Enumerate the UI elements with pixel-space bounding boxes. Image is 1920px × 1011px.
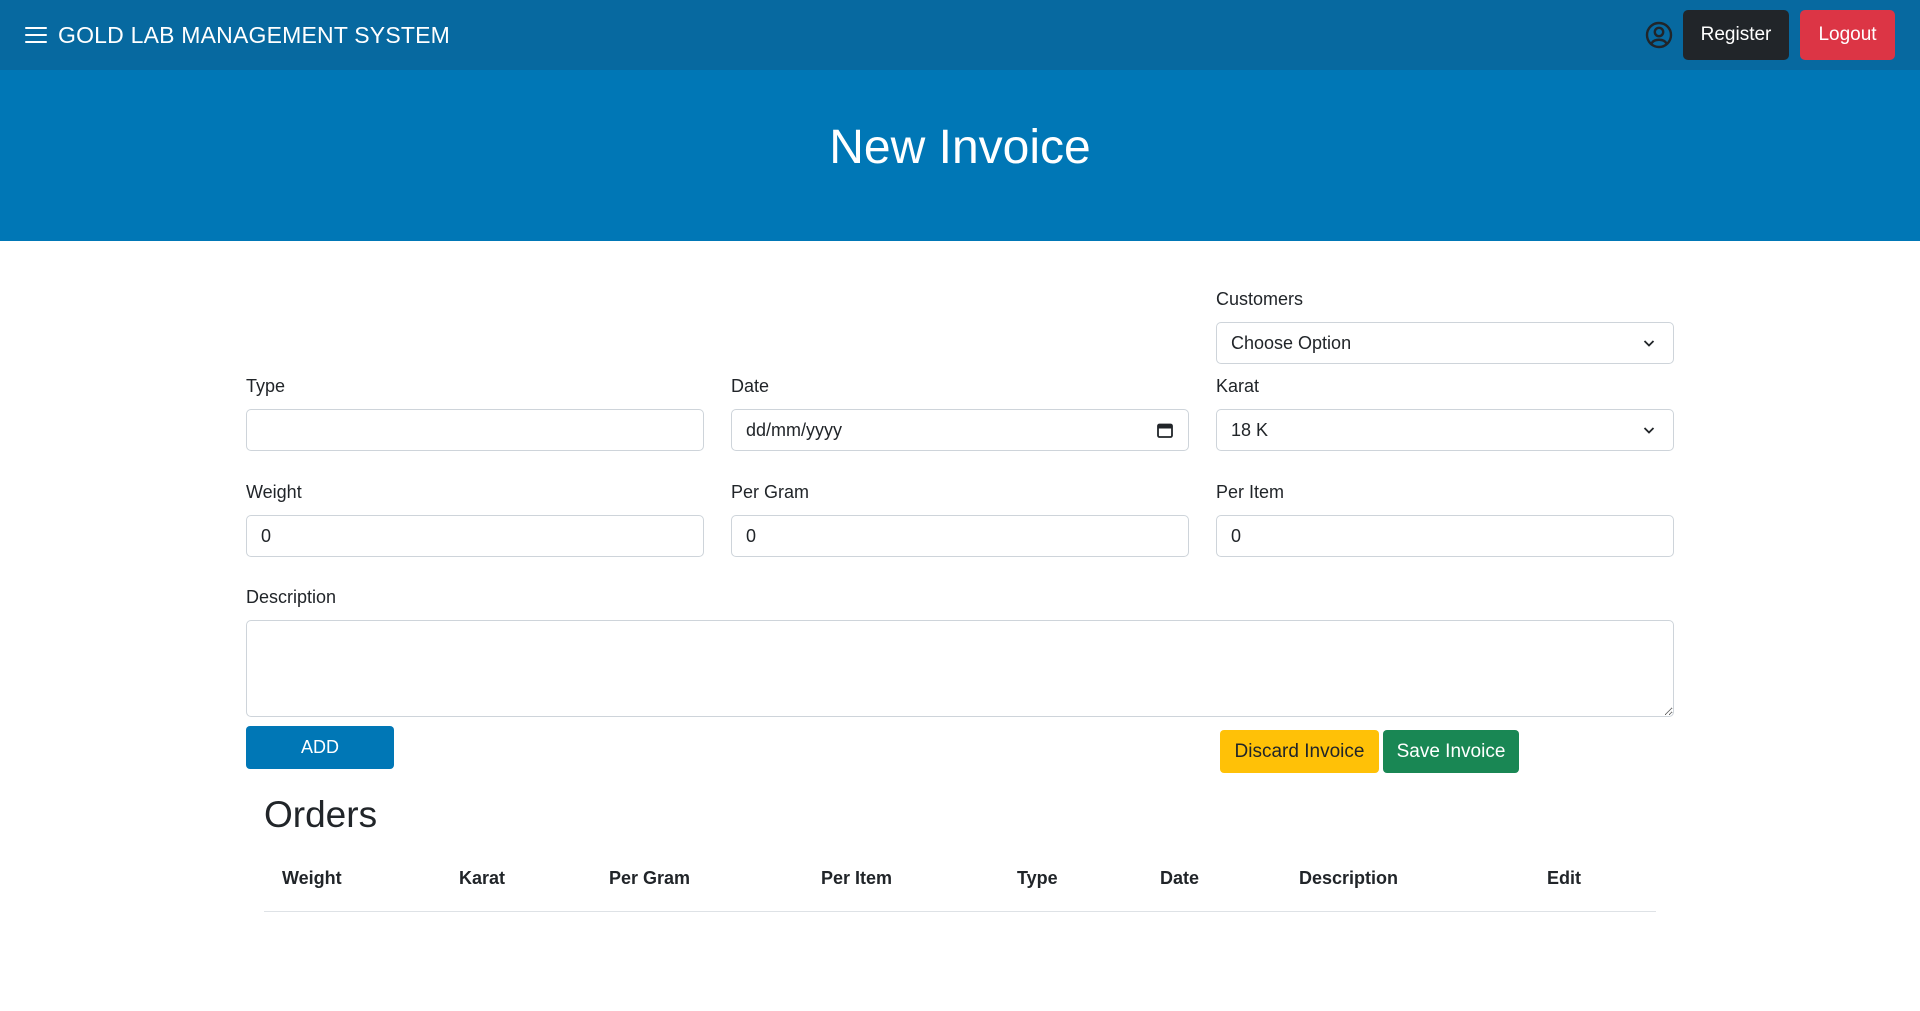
column-header-description: Description	[1299, 868, 1399, 888]
column-header-karat: Karat	[459, 868, 506, 888]
karat-select[interactable]: 18 K	[1216, 409, 1674, 451]
logout-button[interactable]: Logout	[1800, 10, 1895, 60]
customers-select[interactable]: Choose Option	[1216, 322, 1674, 364]
menu-icon[interactable]	[25, 27, 47, 43]
app-brand: GOLD LAB MANAGEMENT SYSTEM	[58, 22, 451, 48]
add-button[interactable]: ADD	[246, 726, 394, 769]
karat-selected-value: 18 K	[1231, 419, 1269, 440]
chevron-down-icon	[1643, 427, 1655, 434]
date-placeholder: dd/mm/yyyy	[746, 419, 843, 440]
calendar-icon[interactable]	[1156, 421, 1174, 439]
weight-value: 0	[261, 525, 272, 546]
orders-title: Orders	[264, 794, 378, 835]
hero-banner: New Invoice	[0, 70, 1920, 241]
weight-label: Weight	[246, 482, 302, 502]
per-gram-input[interactable]: 0	[731, 515, 1189, 557]
per-item-input[interactable]: 0	[1216, 515, 1674, 557]
column-header-per-item: Per Item	[821, 868, 893, 888]
column-header-edit: Edit	[1547, 868, 1581, 888]
weight-input[interactable]: 0	[246, 515, 704, 557]
customers-label: Customers	[1216, 289, 1304, 309]
description-label: Description	[246, 587, 337, 607]
karat-label: Karat	[1216, 376, 1260, 396]
date-input[interactable]: dd/mm/yyyy	[731, 409, 1189, 451]
register-button[interactable]: Register	[1683, 10, 1789, 60]
column-header-per-gram: Per Gram	[609, 868, 691, 888]
date-label: Date	[731, 376, 770, 396]
per-gram-label: Per Gram	[731, 482, 810, 502]
description-textarea[interactable]	[246, 620, 1674, 717]
type-input[interactable]	[246, 409, 704, 451]
user-circle-icon[interactable]	[1645, 21, 1673, 49]
per-gram-value: 0	[746, 525, 757, 546]
chevron-down-icon	[1643, 340, 1655, 347]
discard-invoice-button[interactable]: Discard Invoice	[1220, 730, 1379, 773]
column-header-date: Date	[1160, 868, 1200, 888]
per-item-value: 0	[1231, 525, 1242, 546]
customers-selected-value: Choose Option	[1231, 332, 1352, 353]
per-item-label: Per Item	[1216, 482, 1285, 502]
type-label: Type	[246, 376, 286, 396]
column-header-type: Type	[1017, 868, 1058, 888]
top-navbar: GOLD LAB MANAGEMENT SYSTEM Register Logo…	[0, 0, 1920, 70]
column-header-weight: Weight	[282, 868, 342, 888]
page-title: New Invoice	[829, 121, 1091, 174]
save-invoice-button[interactable]: Save Invoice	[1383, 730, 1519, 773]
orders-table-header: Weight Karat Per Gram Per Item Type Date…	[264, 860, 1656, 912]
